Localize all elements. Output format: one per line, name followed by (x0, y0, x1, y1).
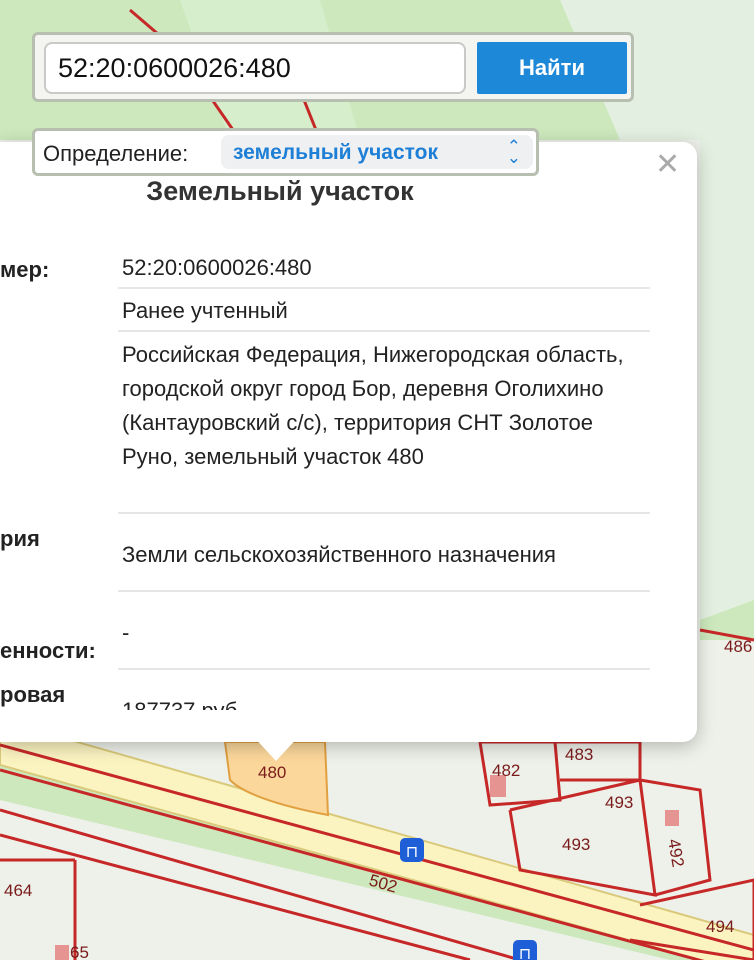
plot-label: 493 (605, 793, 633, 812)
row-value: Земли сельскохозяйственного назначения (122, 542, 556, 567)
info-row: Ранее учтенный (0, 298, 650, 332)
plot-label: 480 (258, 763, 286, 782)
row-label: енности: (0, 638, 96, 663)
info-row: рия Земли сельскохозяйственного назначен… (0, 524, 650, 592)
definition-bar: Определение: земельный участок ⌃ ⌄ (32, 128, 539, 176)
plot-label: 65 (70, 943, 89, 960)
bus-stop-icon: ⊓ (513, 940, 537, 960)
plot-label: 464 (4, 881, 32, 900)
search-bar: Найти (32, 32, 634, 102)
definition-label: Определение: (43, 141, 189, 166)
definition-selected-value: земельный участок (233, 141, 438, 164)
popup-title: Земельный участок (146, 176, 414, 206)
plot-label: 493 (562, 835, 590, 854)
row-value: Российская Федерация, Нижегородская обла… (122, 342, 624, 469)
row-value: 52:20:0600026:480 (122, 255, 312, 280)
close-icon[interactable]: ✕ (655, 150, 680, 180)
info-row: енности: - (0, 612, 650, 670)
search-button[interactable]: Найти (477, 42, 627, 94)
select-chevron-icon: ⌃ ⌄ (506, 137, 521, 167)
row-value: Ранее учтенный (122, 298, 288, 323)
info-row: ровая 187737 руб (0, 680, 650, 710)
plot-label: 486 (724, 637, 752, 656)
row-label: мер: (0, 257, 50, 282)
row-label: рия (0, 526, 40, 551)
popup-pointer (252, 735, 300, 761)
plot-label: 482 (492, 761, 520, 780)
info-row: мер: 52:20:0600026:480 (0, 255, 650, 289)
row-label: ровая (0, 682, 66, 707)
svg-text:⊓: ⊓ (519, 944, 531, 960)
row-value: 187737 руб (122, 694, 647, 710)
svg-text:⊓: ⊓ (406, 842, 418, 861)
row-value: - (122, 620, 130, 645)
plot-label: 494 (706, 917, 734, 936)
plot-label: 483 (565, 745, 593, 764)
info-row: Российская Федерация, Нижегородская обла… (0, 342, 650, 514)
cadastral-search-input[interactable] (44, 42, 466, 94)
bus-stop-icon: ⊓ (400, 838, 424, 862)
definition-select[interactable]: земельный участок ⌃ ⌄ (221, 135, 533, 169)
